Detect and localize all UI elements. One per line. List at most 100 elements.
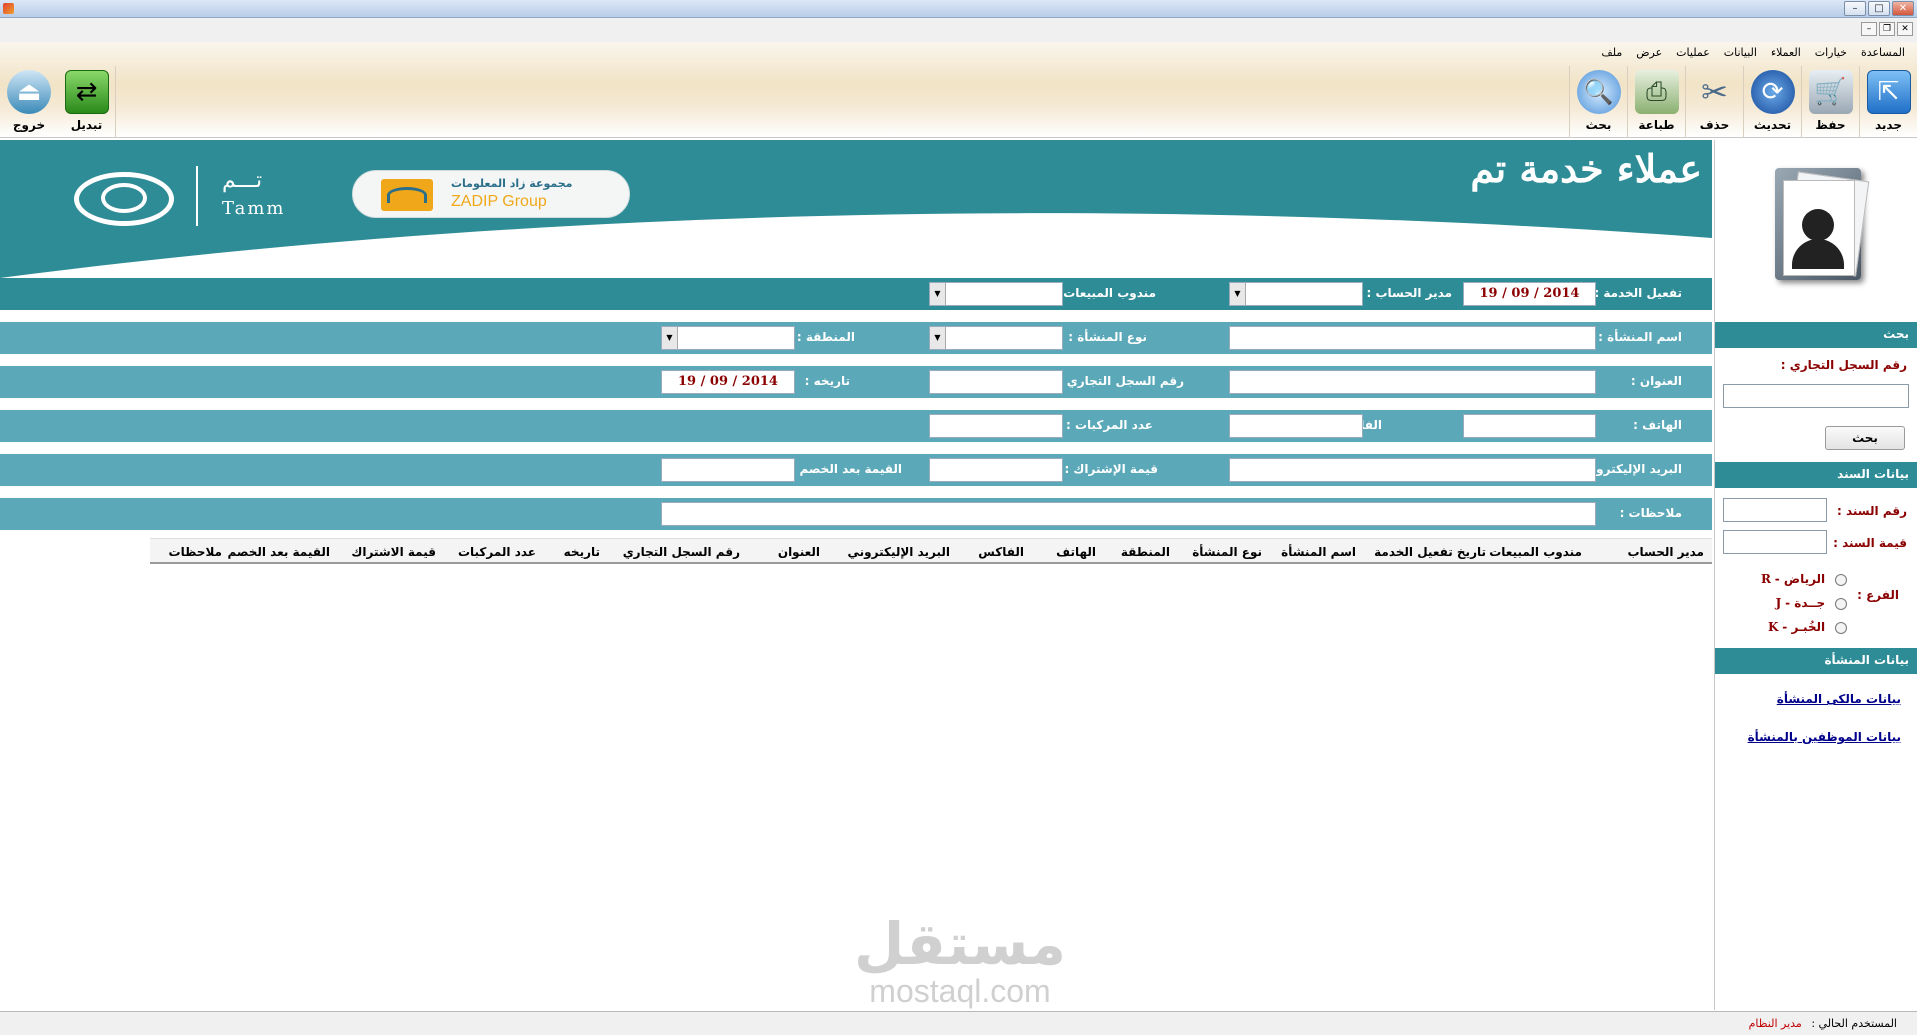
sidebar-search-button[interactable]: بحث [1825, 426, 1905, 450]
current-user-name: مدير النظام [1748, 1017, 1802, 1030]
col-subscription[interactable]: قيمة الاشتراك [351, 545, 436, 559]
toolbar-area: ملف عرض عمليات البيانات العملاء خيارات ا… [0, 42, 1917, 138]
chevron-down-icon[interactable]: ▼ [930, 327, 946, 349]
voucher-value-input[interactable] [1723, 530, 1827, 554]
after-discount-input[interactable] [661, 458, 795, 482]
company-type-select[interactable]: ▼ [929, 326, 1063, 350]
employees-link[interactable]: بيانات الموظفين بالمنشأة [1732, 730, 1917, 744]
commercial-reg-input[interactable] [929, 370, 1063, 394]
branch-option-jeddah[interactable]: جــدة - J [1743, 596, 1847, 616]
close-button[interactable]: ✕ [1892, 1, 1914, 16]
address-input[interactable] [1229, 370, 1596, 394]
sales-rep-select[interactable]: ▼ [929, 282, 1063, 306]
branch-code-khobar: K [1768, 620, 1779, 634]
voucher-section-header: بيانات السند [1715, 462, 1917, 488]
col-commercial-reg[interactable]: رقم السجل التجاري [623, 545, 740, 559]
menu-file[interactable]: ملف [1601, 46, 1622, 59]
region-label: المنطقة : [796, 330, 855, 344]
service-activation-label: تفعيل الخدمة : [1594, 286, 1682, 300]
new-button[interactable]: ⇱ جديد [1859, 66, 1917, 138]
radio-khobar[interactable] [1835, 621, 1847, 634]
menu-help[interactable]: المساعدة [1861, 46, 1905, 59]
col-fax[interactable]: الفاكس [978, 545, 1024, 559]
save-button[interactable]: 🛒 حفظ [1801, 66, 1859, 138]
results-grid-header: مدير الحساب مندوب المبيعات تاريخ تفعيل ا… [150, 538, 1712, 564]
watermark-arabic: مستقل [853, 910, 1067, 978]
chevron-down-icon[interactable]: ▼ [930, 283, 946, 305]
email-input[interactable] [1229, 458, 1596, 482]
delete-button[interactable]: ✂ حذف [1685, 66, 1743, 138]
print-button[interactable]: ⎙ طباعة [1627, 66, 1685, 138]
exit-button[interactable]: ⏏ خروج [0, 66, 58, 138]
maximize-button[interactable]: □ [1868, 1, 1890, 16]
col-phone[interactable]: الهاتف [1056, 545, 1096, 559]
tamm-arabic-name: تـــم [222, 168, 263, 193]
switch-button[interactable]: ⇄ تبديل [58, 66, 116, 138]
sidebar: بحث رقم السجل التجاري : بحث بيانات السند… [1714, 140, 1917, 1010]
voucher-number-label: رقم السند : [1837, 504, 1907, 518]
phone-label: الهاتف : [1633, 418, 1682, 432]
col-region[interactable]: المنطقة [1121, 545, 1170, 559]
child-restore-button[interactable]: ❐ [1879, 22, 1895, 36]
service-activation-date[interactable]: 19 / 09 / 2014 [1463, 282, 1596, 306]
sidebar-commercial-reg-input[interactable] [1723, 384, 1909, 408]
col-activation-date[interactable]: تاريخ تفعيل الخدمة [1374, 545, 1486, 559]
col-company-name[interactable]: اسم المنشأة [1281, 545, 1356, 559]
branch-option-khobar[interactable]: الخُبـر - K [1743, 620, 1847, 640]
watermark-latin: mostaql.com [869, 973, 1051, 1009]
branch-name-jeddah: جــدة - [1785, 596, 1826, 610]
radio-jeddah[interactable] [1835, 597, 1847, 610]
its-date-label: تاريخه : [804, 374, 850, 388]
col-company-type[interactable]: نوع المنشأة [1192, 545, 1262, 559]
branch-option-riyadh[interactable]: الرياض - R [1743, 572, 1847, 592]
col-sales-rep[interactable]: مندوب المبيعات [1489, 545, 1582, 559]
fax-input[interactable] [1229, 414, 1363, 438]
col-its-date[interactable]: تاريخه [564, 545, 600, 559]
search-button[interactable]: 🔍 بحث [1569, 66, 1627, 138]
account-manager-select[interactable]: ▼ [1229, 282, 1363, 306]
col-notes[interactable]: ملاحظات [169, 545, 222, 559]
tamm-english-name: Tamm [222, 198, 286, 219]
company-section-header: بيانات المنشأة [1715, 648, 1917, 674]
col-address[interactable]: العنوان [778, 545, 820, 559]
menu-view[interactable]: عرض [1636, 46, 1662, 59]
branch-code-jeddah: J [1775, 596, 1782, 610]
radio-riyadh[interactable] [1835, 573, 1847, 586]
subscription-input[interactable] [929, 458, 1063, 482]
menu-options[interactable]: خيارات [1815, 46, 1847, 59]
zadip-english-name: ZADIP Group [451, 193, 547, 210]
window-titlebar: – □ ✕ [0, 0, 1917, 18]
address-label: العنوان : [1630, 374, 1682, 388]
child-minimize-button[interactable]: – [1861, 22, 1877, 36]
sidebar-commercial-reg-label: رقم السجل التجاري : [1780, 358, 1907, 372]
phone-input[interactable] [1463, 414, 1596, 438]
branch-name-khobar: الخُبـر - [1782, 620, 1826, 634]
col-account-manager[interactable]: مدير الحساب [1627, 545, 1704, 559]
menu-operations[interactable]: عمليات [1676, 46, 1710, 59]
col-vehicles[interactable]: عدد المركبات [458, 545, 536, 559]
swap-arrows-icon: ⇄ [64, 70, 109, 114]
zadip-arabic-name: مجموعة زاد المعلومات [451, 177, 573, 190]
col-after-discount[interactable]: القيمة بعد الخصم [227, 545, 330, 559]
menu-data[interactable]: البيانات [1724, 46, 1757, 59]
child-close-button[interactable]: ✕ [1897, 22, 1913, 36]
chevron-down-icon[interactable]: ▼ [662, 327, 678, 349]
its-date-field[interactable]: 19 / 09 / 2014 [661, 370, 795, 394]
vehicles-input[interactable] [929, 414, 1063, 438]
owners-link[interactable]: بيانات مالكى المنشأة [1761, 692, 1917, 706]
main-toolbar: ⇱ جديد 🛒 حفظ ⟳ تحديث ✂ حذف ⎙ طباعة 🔍 بحث [1569, 66, 1917, 138]
subscription-label: قيمة الإشتراك : [1064, 462, 1158, 476]
results-grid-body[interactable]: مستقل mostaql.com [0, 565, 1712, 1010]
voucher-number-input[interactable] [1723, 498, 1827, 522]
refresh-button[interactable]: ⟳ تحديث [1743, 66, 1801, 138]
region-select[interactable]: ▼ [661, 326, 795, 350]
new-document-icon: ⇱ [1866, 70, 1911, 114]
notes-input[interactable] [661, 502, 1596, 526]
chevron-down-icon[interactable]: ▼ [1230, 283, 1246, 305]
minimize-button[interactable]: – [1844, 1, 1866, 16]
app-icon [3, 3, 14, 14]
col-email[interactable]: البريد الإليكتروني [848, 545, 951, 559]
cart-add-icon: 🛒 [1808, 70, 1853, 114]
company-name-input[interactable] [1229, 326, 1596, 350]
menu-customers[interactable]: العملاء [1771, 46, 1801, 59]
